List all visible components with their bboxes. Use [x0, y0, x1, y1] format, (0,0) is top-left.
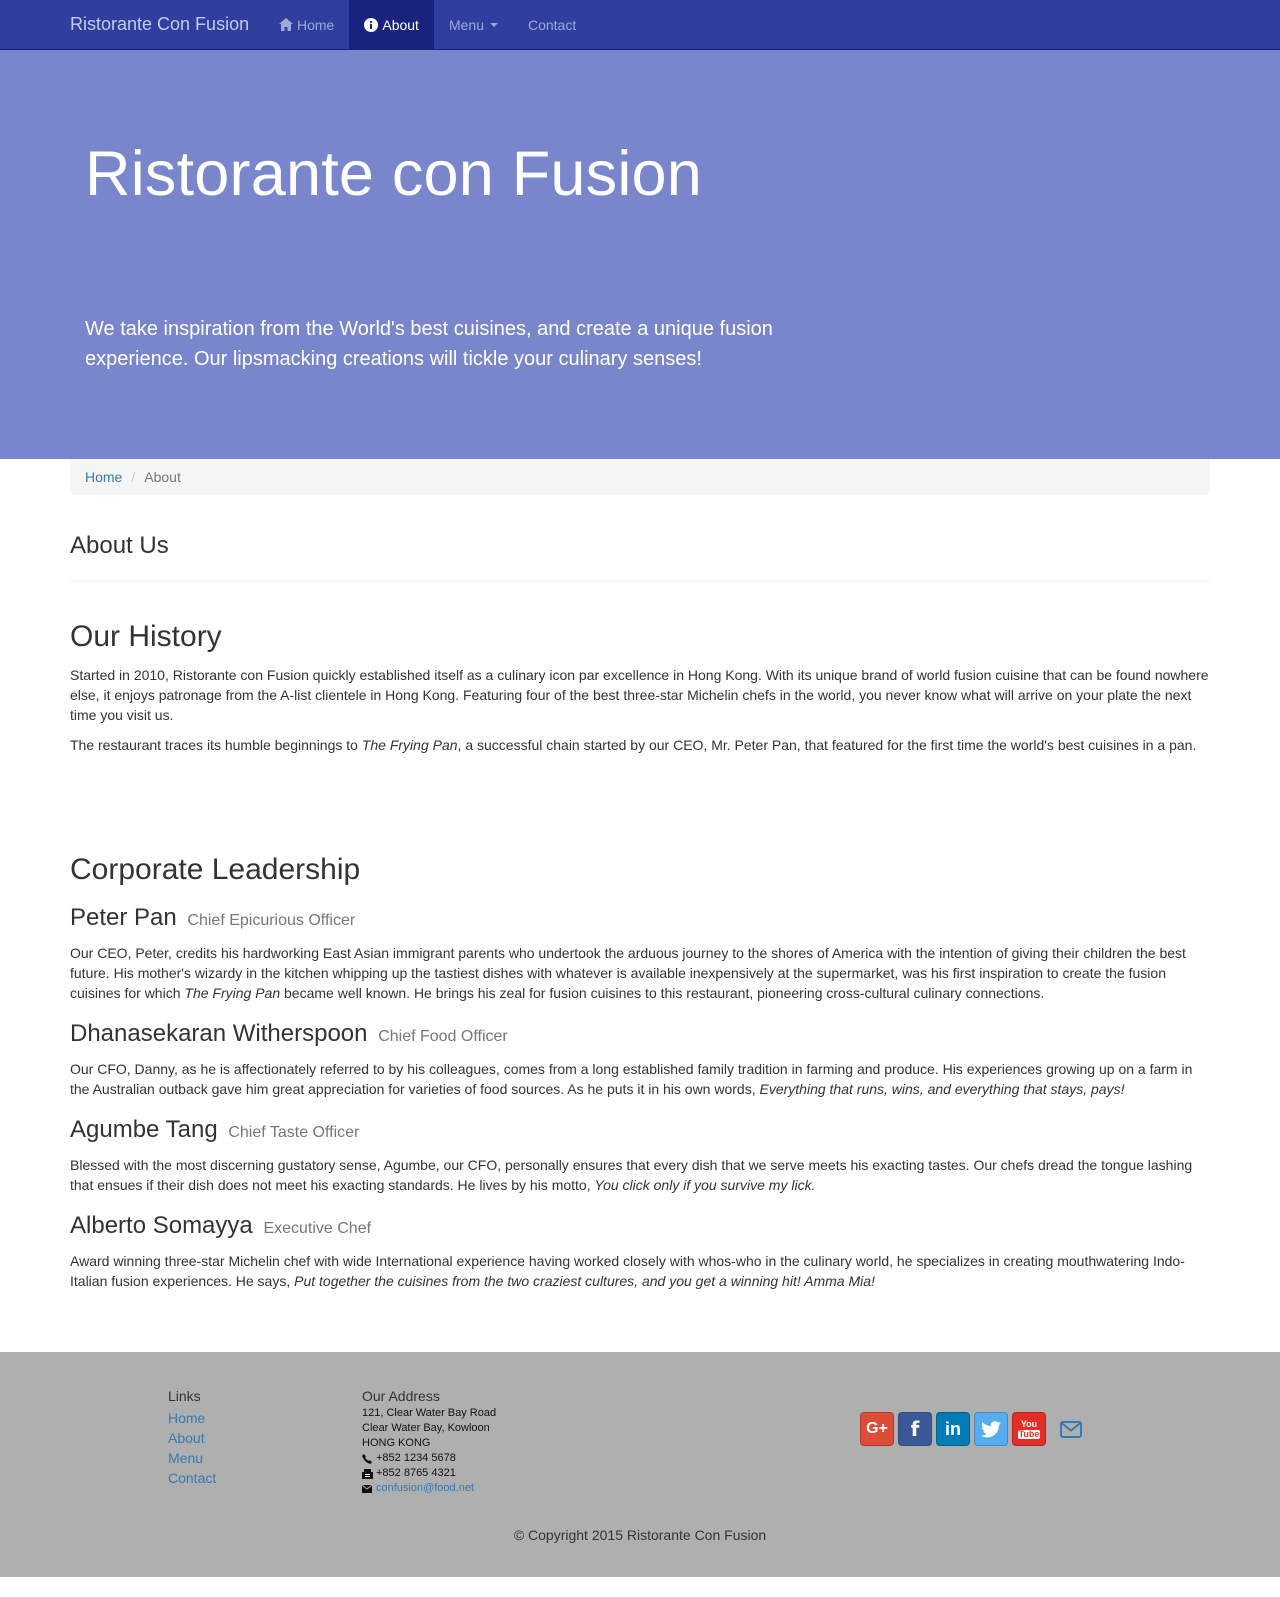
navbar: Ristorante Con Fusion Home About Menu Co… — [0, 0, 1280, 50]
linkedin-icon[interactable]: in — [936, 1412, 970, 1446]
address-line: 121, Clear Water Bay Road — [362, 1407, 497, 1419]
leader-role: Chief Taste Officer — [228, 1124, 360, 1141]
caret-down-icon — [489, 22, 498, 27]
jumbotron: Ristorante con Fusion We take inspiratio… — [0, 50, 1280, 459]
envelope-icon[interactable] — [1056, 1412, 1086, 1446]
leader-role: Executive Chef — [263, 1220, 372, 1237]
home-icon — [279, 18, 293, 31]
google-plus-icon[interactable]: G+ — [860, 1412, 894, 1446]
navbar-brand[interactable]: Ristorante Con Fusion — [70, 14, 249, 35]
nav-item-about[interactable]: About — [349, 0, 434, 49]
footer-link-item: Home — [168, 1408, 216, 1428]
nav-item-menu-label: Menu — [448, 16, 484, 33]
fax-number: +852 8765 4321 — [376, 1467, 456, 1479]
email-link[interactable]: confusion@food.net — [376, 1481, 474, 1496]
breadcrumb-active: About — [144, 469, 181, 485]
leader-bio: Our CFO, Danny, as he is affectionately … — [70, 1061, 1193, 1097]
info-icon — [364, 17, 379, 32]
footer: Links Home About Menu Contact Our Addres… — [0, 1352, 1280, 1577]
phone-line: +852 1234 5678 — [362, 1451, 496, 1466]
copyright: © Copyright 2015 Ristorante Con Fusion — [513, 1527, 767, 1543]
envelope-icon — [362, 1484, 376, 1493]
page-title: About Us — [70, 532, 169, 559]
history-paragraph-2: The restaurant traces its humble beginni… — [70, 737, 1197, 753]
nav-item-home-label: Home — [297, 16, 335, 33]
phone-number: +852 1234 5678 — [376, 1452, 456, 1464]
leader-bio: Award winning three-star Michelin chef w… — [70, 1253, 1185, 1289]
leader-bio: Our CEO, Peter, credits his hardworking … — [70, 945, 1186, 1001]
footer-link-menu[interactable]: Menu — [168, 1450, 203, 1466]
email-line: confusion@food.net — [362, 1481, 496, 1496]
history-heading: Our History — [70, 620, 222, 653]
leader-role: Chief Food Officer — [378, 1028, 508, 1045]
leader-role: Chief Epicurious Officer — [187, 912, 356, 929]
breadcrumb-home-link[interactable]: Home — [85, 469, 122, 485]
breadcrumb: Home / About — [70, 459, 1210, 495]
nav-item-menu[interactable]: Menu — [434, 0, 513, 49]
nav-item-contact-label: Contact — [527, 16, 577, 33]
footer-links: Home About Menu Contact — [168, 1408, 216, 1488]
footer-address-heading: Our Address — [362, 1388, 440, 1404]
jumbotron-title: Ristorante con Fusion — [85, 139, 703, 209]
breadcrumb-separator: / — [131, 469, 136, 485]
facebook-icon[interactable]: f — [898, 1412, 932, 1446]
leader-name: Alberto Somayya Executive Chef — [70, 1212, 372, 1239]
leader-name: Dhanasekaran Witherspoon Chief Food Offi… — [70, 1020, 508, 1047]
nav-item-about-label: About — [382, 16, 419, 33]
fax-icon — [362, 1468, 376, 1479]
footer-link-about[interactable]: About — [168, 1430, 205, 1446]
fax-line: +852 8765 4321 — [362, 1466, 496, 1481]
jumbotron-text: We take inspiration from the World's bes… — [85, 318, 773, 370]
leadership-heading: Corporate Leadership — [70, 853, 361, 886]
nav-item-home[interactable]: Home — [264, 0, 349, 49]
footer-link-item: About — [168, 1428, 216, 1448]
leader-name: Agumbe Tang Chief Taste Officer — [70, 1116, 360, 1143]
leader-name: Peter Pan Chief Epicurious Officer — [70, 904, 356, 931]
twitter-icon[interactable] — [974, 1412, 1008, 1446]
footer-link-contact[interactable]: Contact — [168, 1470, 216, 1486]
leader-bio: Blessed with the most discerning gustato… — [70, 1157, 1193, 1193]
address-line: Clear Water Bay, Kowloon — [362, 1422, 490, 1434]
nav-item-contact[interactable]: Contact — [513, 0, 591, 49]
history-paragraph-1: Started in 2010, Ristorante con Fusion q… — [70, 667, 1209, 723]
address-block: 121, Clear Water Bay Road Clear Water Ba… — [362, 1406, 496, 1496]
address-line: HONG KONG — [362, 1437, 431, 1449]
social-buttons: G+ f in You Tube — [860, 1412, 1086, 1446]
footer-link-home[interactable]: Home — [168, 1410, 205, 1426]
footer-link-item: Menu — [168, 1448, 216, 1468]
divider — [70, 580, 1210, 581]
phone-icon — [362, 1453, 376, 1464]
footer-link-item: Contact — [168, 1468, 216, 1488]
footer-links-heading: Links — [168, 1388, 201, 1404]
navbar-nav: Home About Menu Contact — [264, 0, 591, 50]
youtube-icon[interactable]: You Tube — [1012, 1412, 1046, 1446]
